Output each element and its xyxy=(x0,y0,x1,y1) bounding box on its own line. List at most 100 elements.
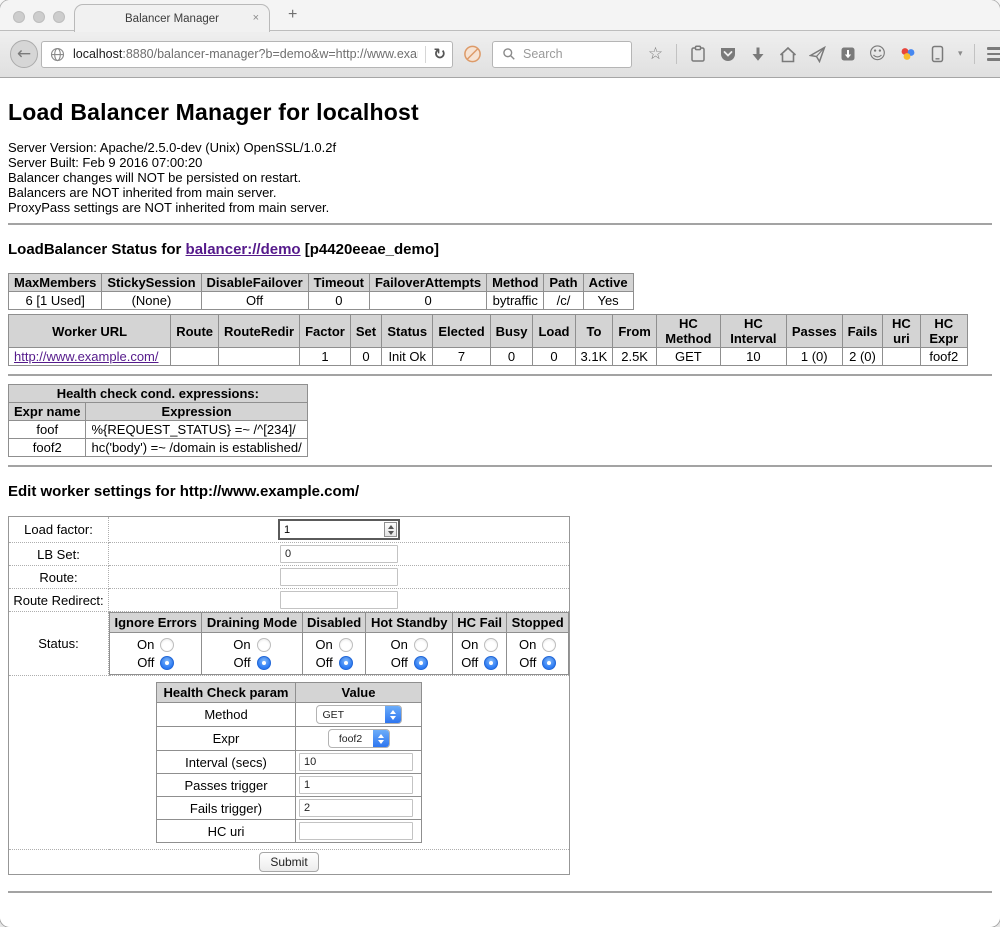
health-expressions-table: Health check cond. expressions: Expr nam… xyxy=(8,384,308,457)
close-window-button[interactable] xyxy=(13,11,25,23)
url-bar[interactable]: localhost:8880/balancer-manager?b=demo&w… xyxy=(41,41,453,68)
home-icon[interactable] xyxy=(778,45,797,64)
divider xyxy=(8,374,992,376)
back-button[interactable]: ← xyxy=(10,40,38,68)
submit-button[interactable]: Submit xyxy=(259,852,318,872)
cell-hc-method: GET xyxy=(656,348,720,366)
expr-table-title: Health check cond. expressions: xyxy=(9,385,308,403)
radio-stopped-on[interactable] xyxy=(542,638,556,652)
inherit-warning-line: Balancers are NOT inherited from main se… xyxy=(8,185,992,200)
clipboard-icon[interactable] xyxy=(688,45,707,64)
chevron-down-icon[interactable]: ▾ xyxy=(958,49,963,59)
radio-hot-standby-on[interactable] xyxy=(414,638,428,652)
col-header: From xyxy=(613,315,657,348)
search-bar[interactable] xyxy=(492,41,632,68)
radio-hot-standby-off[interactable] xyxy=(414,656,428,670)
radio-hc-fail-on[interactable] xyxy=(484,638,498,652)
download-panel-icon[interactable] xyxy=(838,45,857,64)
off-label: Off xyxy=(519,655,536,670)
tab-balancer-manager[interactable]: Balancer Manager × xyxy=(74,4,270,32)
select-stepper-icon xyxy=(373,729,389,748)
download-arrow-icon[interactable] xyxy=(748,45,767,64)
adblock-icon[interactable] xyxy=(463,45,482,64)
cell-disablefailover: Off xyxy=(201,292,308,310)
method-select-value: GET xyxy=(317,709,385,721)
cell-expr-name: foof2 xyxy=(9,439,86,457)
form-row-status: Status: Ignore Errors Draining Mode Disa… xyxy=(9,612,570,676)
toolbar-divider-2 xyxy=(974,44,975,64)
radio-draining-off[interactable] xyxy=(257,656,271,670)
table-row: Interval (secs) xyxy=(157,751,422,774)
cell-to: 3.1K xyxy=(575,348,613,366)
device-sync-icon[interactable] xyxy=(928,45,947,64)
cell-factor: 1 xyxy=(300,348,351,366)
route-redirect-label: Route Redirect: xyxy=(9,589,109,612)
interval-input[interactable] xyxy=(299,753,413,771)
edit-worker-form: Load factor: 1 LB Set: Route: xyxy=(8,516,570,875)
close-tab-icon[interactable]: × xyxy=(253,12,259,24)
status-cell-disabled: On Off xyxy=(302,633,366,675)
cell-hc-interval: 10 xyxy=(720,348,786,366)
load-factor-input[interactable]: 1 xyxy=(278,519,400,540)
col-header: Passes xyxy=(786,315,842,348)
divider xyxy=(8,891,992,893)
off-label: Off xyxy=(137,655,154,670)
radio-draining-on[interactable] xyxy=(257,638,271,652)
window-controls xyxy=(13,11,65,23)
cell-stickysession: (None) xyxy=(102,292,201,310)
select-stepper-icon xyxy=(385,705,401,724)
col-header: MaxMembers xyxy=(9,274,102,292)
cell-worker-url: http://www.example.com/ xyxy=(9,348,171,366)
off-label: Off xyxy=(315,655,332,670)
cell-passes: 1 (0) xyxy=(786,348,842,366)
toolbar-icons: ☆ ☺ xyxy=(646,44,1000,64)
balancer-demo-link[interactable]: balancer://demo xyxy=(186,241,301,258)
form-row-lb-set: LB Set: xyxy=(9,543,570,566)
radio-disabled-off[interactable] xyxy=(339,656,353,670)
col-header: Fails xyxy=(842,315,883,348)
url-text[interactable]: localhost:8880/balancer-manager?b=demo&w… xyxy=(73,47,418,61)
cell-expression: %{REQUEST_STATUS} =~ /^[234]/ xyxy=(86,421,307,439)
colorful-extension-icon[interactable] xyxy=(898,45,917,64)
worker-url-link[interactable]: http://www.example.com/ xyxy=(14,349,159,364)
search-input[interactable] xyxy=(523,47,623,61)
bookmark-star-icon[interactable]: ☆ xyxy=(646,45,665,64)
send-icon[interactable] xyxy=(808,45,827,64)
col-header: HC Interval xyxy=(720,315,786,348)
hc-uri-input[interactable] xyxy=(299,822,413,840)
lb-set-input[interactable] xyxy=(280,545,398,563)
method-select[interactable]: GET xyxy=(316,705,402,724)
route-input[interactable] xyxy=(280,568,398,586)
status-heading-prefix: LoadBalancer Status for xyxy=(8,241,186,258)
interval-label: Interval (secs) xyxy=(157,751,296,774)
expr-select[interactable]: foof2 xyxy=(328,729,390,748)
radio-ignore-errors-on[interactable] xyxy=(160,638,174,652)
forum-smiley-icon[interactable]: ☺ xyxy=(868,45,887,64)
on-label: On xyxy=(391,637,408,652)
menu-hamburger-icon[interactable] xyxy=(986,45,1000,64)
radio-disabled-on[interactable] xyxy=(339,638,353,652)
minimize-window-button[interactable] xyxy=(33,11,45,23)
col-header: Elected xyxy=(433,315,490,348)
col-header: Load xyxy=(533,315,575,348)
col-header: To xyxy=(575,315,613,348)
pocket-icon[interactable] xyxy=(718,45,737,64)
table-row: Method GET xyxy=(157,703,422,727)
divider xyxy=(8,465,992,467)
passes-input[interactable] xyxy=(299,776,413,794)
new-tab-button[interactable]: + xyxy=(288,6,297,24)
col-header: Route xyxy=(171,315,219,348)
reload-icon[interactable]: ↻ xyxy=(433,45,446,63)
toolbar-divider xyxy=(676,44,677,64)
route-redirect-input[interactable] xyxy=(280,591,398,609)
radio-stopped-off[interactable] xyxy=(542,656,556,670)
lb-set-label: LB Set: xyxy=(9,543,109,566)
col-header: Method xyxy=(487,274,544,292)
radio-hc-fail-off[interactable] xyxy=(484,656,498,670)
number-stepper-icon[interactable] xyxy=(384,522,397,537)
cell-set: 0 xyxy=(350,348,381,366)
radio-ignore-errors-off[interactable] xyxy=(160,656,174,670)
zoom-window-button[interactable] xyxy=(53,11,65,23)
fails-input[interactable] xyxy=(299,799,413,817)
col-header: Hot Standby xyxy=(366,613,452,633)
